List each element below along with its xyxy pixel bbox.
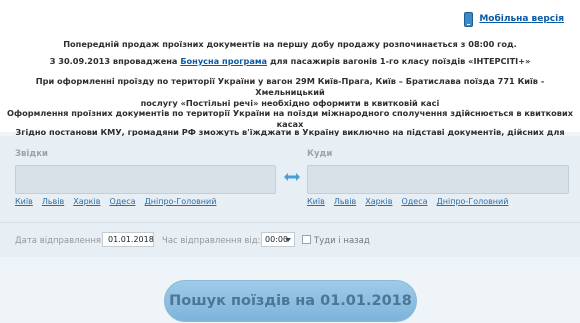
to-quick-stations: Київ Львів Харків Одеса Дніпро-Головний: [307, 197, 508, 206]
mobile-version[interactable]: Мобільна версія: [464, 10, 564, 28]
chevron-down-icon: [285, 238, 291, 242]
phone-icon: [464, 11, 474, 27]
from-quick-stations: Київ Львів Харків Одеса Дніпро-Головний: [15, 197, 216, 206]
to-station-dnipro[interactable]: Дніпро-Головний: [437, 197, 509, 206]
swap-arrows-icon[interactable]: [282, 170, 302, 184]
to-station-kharkiv[interactable]: Харків: [365, 197, 392, 206]
to-station-odesa[interactable]: Одеса: [401, 197, 427, 206]
search-trains-button[interactable]: Пошук поїздів на 01.01.2018: [164, 280, 417, 322]
notice-bonus-text-after: для пасажирів вагонів 1-го класу поїздів…: [267, 56, 531, 66]
form-divider: [0, 222, 580, 223]
bonus-program-link[interactable]: Бонусна програма: [180, 56, 267, 66]
notice-bedding: При оформленні проїзду по території Укра…: [0, 76, 580, 109]
from-station-lviv[interactable]: Львів: [42, 197, 64, 206]
roundtrip-checkbox[interactable]: [302, 235, 311, 244]
departure-date-label: Дата відправлення:: [15, 236, 104, 246]
departure-time-select[interactable]: 00:00: [261, 232, 295, 247]
to-station-lviv[interactable]: Львів: [334, 197, 356, 206]
roundtrip-label[interactable]: Туди і назад: [314, 236, 370, 246]
notice-bonus: З 30.09.2013 впроваджена Бонусна програм…: [0, 56, 580, 67]
departure-date-input[interactable]: 01.01.2018: [102, 232, 154, 247]
notice-bedding-line1: При оформленні проїзду по території Укра…: [35, 76, 545, 97]
from-station-odesa[interactable]: Одеса: [109, 197, 135, 206]
notice-presale: Попередній продаж проїзних документів на…: [63, 39, 517, 49]
from-station-dnipro[interactable]: Дніпро-Головний: [145, 197, 217, 206]
to-station-kyiv[interactable]: Київ: [307, 197, 325, 206]
from-station-kharkiv[interactable]: Харків: [73, 197, 100, 206]
notice-bonus-text-before: З 30.09.2013 впроваджена: [49, 56, 181, 66]
from-label: Звідки: [15, 149, 48, 159]
departure-time-label: Час відправлення від:: [162, 236, 261, 246]
to-station-input[interactable]: [307, 165, 569, 194]
mobile-version-link[interactable]: Мобільна версія: [479, 14, 564, 24]
to-label: Куди: [307, 149, 333, 159]
from-station-kyiv[interactable]: Київ: [15, 197, 33, 206]
from-station-input[interactable]: [15, 165, 276, 194]
